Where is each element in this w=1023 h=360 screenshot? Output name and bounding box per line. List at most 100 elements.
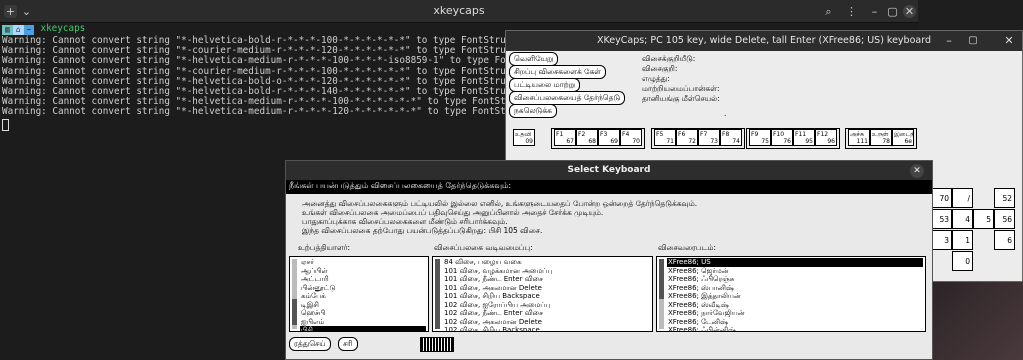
vendor-list-item[interactable]: ஹெச்பி bbox=[300, 309, 426, 318]
key-group-outline bbox=[746, 128, 840, 149]
layout-list-item[interactable]: 101 விசை, அகலமான Delete bbox=[443, 284, 650, 293]
keymap-list-item[interactable]: XFree86; ஸ்வீடிஷ் bbox=[667, 301, 923, 310]
keymap-label: விசைவரைபடம்: bbox=[658, 243, 717, 252]
vendor-list-item[interactable]: கம்பேக் bbox=[300, 292, 426, 301]
status-dot: . bbox=[724, 109, 727, 118]
numpad-key-label: 53 bbox=[939, 215, 949, 224]
vendor-list-item[interactable]: டிஇசி bbox=[300, 301, 426, 310]
minimize-icon[interactable]: – bbox=[942, 34, 956, 48]
numpad-key[interactable]: 53 bbox=[931, 209, 952, 229]
numpad-key[interactable]: 70 bbox=[931, 188, 952, 208]
key-group-outline bbox=[845, 128, 917, 149]
keymap-list-item[interactable]: XFree86; ஸ்பானிஷ் bbox=[667, 284, 923, 293]
change-list-button[interactable]: பட்டியலை மாற்று bbox=[509, 78, 580, 92]
cancel-button[interactable]: ரத்துசெய் bbox=[289, 337, 331, 351]
layout-list-item[interactable]: 102 விசை, நீண்ட Enter விசை bbox=[443, 309, 650, 318]
maximize-icon[interactable]: ▢ bbox=[966, 34, 980, 48]
terminal-line: Warning: Cannot convert string "*-helvet… bbox=[2, 106, 529, 118]
numpad-key-label: 1 bbox=[965, 236, 970, 245]
select-keyboard-dialog: Select Keyboard ✕ நீங்கள் பயன்படுத்தும் … bbox=[285, 160, 933, 360]
numpad-key-label: 52 bbox=[1002, 194, 1012, 203]
numpad-key[interactable]: / bbox=[952, 188, 973, 208]
shell-prompt: ▥ ⌂ ~ xkeycaps bbox=[2, 24, 85, 35]
numpad-key-label: 5 bbox=[986, 215, 991, 224]
layout-list-item[interactable]: 102 விசை, ஐரோப்பிய அமைப்பு bbox=[443, 301, 650, 310]
layout-scrollbar[interactable] bbox=[435, 259, 440, 329]
prompt-command: xkeycaps bbox=[40, 23, 86, 35]
keymap-list-item[interactable]: XFree86; இத்தாலியன் bbox=[667, 292, 923, 301]
xkeycaps-titlebar: XKeyCaps; PC 105 key, wide Delete, tall … bbox=[506, 31, 1022, 51]
prompt-os-icon: ▥ bbox=[2, 24, 13, 35]
key-group-outline bbox=[551, 128, 645, 149]
vendor-list-item[interactable]: பிசி bbox=[300, 326, 426, 331]
description-line: இந்த விசைப்பலகை தற்போது பயன்படுத்தப்படுக… bbox=[302, 226, 543, 235]
layout-list-item[interactable]: 101 விசை, வழக்கமான அமைப்பு bbox=[443, 267, 650, 276]
keymap-list-item[interactable]: XFree86; டேனிஷ் bbox=[667, 318, 923, 327]
layout-list[interactable]: 84 விசை, பழைய வகை 101 விசை, வழக்கமான அமைப… bbox=[432, 256, 653, 332]
numpad-key[interactable]: 3 bbox=[931, 230, 952, 250]
keymap-list[interactable]: XFree86; US XFree86; ஜெர்மன் XFree86; ஃபிர… bbox=[656, 256, 926, 332]
description-line: உங்கள் விசைப்பலகை அமைப்பைப் பதிவுசெய்து … bbox=[302, 208, 604, 217]
dialog-title: Select Keyboard bbox=[567, 165, 651, 175]
keyboard-icon bbox=[420, 337, 454, 352]
keymap-list-item[interactable]: XFree86; ஃபிரெஞ்சு bbox=[667, 275, 923, 284]
numpad-key-label: 6 bbox=[1007, 236, 1012, 245]
numpad-key[interactable]: 1 bbox=[952, 230, 973, 250]
autorepeat-label: தானியங்கு மீள்செயல்: bbox=[642, 94, 720, 103]
keymap-scrollbar[interactable] bbox=[659, 259, 664, 329]
dialog-header: நீங்கள் பயன்படுத்தும் விசைப்பலகையைத் தேர… bbox=[286, 180, 932, 194]
keymap-list-item[interactable]: XFree86; நார்வேஜியன் bbox=[667, 309, 923, 318]
numpad-key[interactable]: 6 bbox=[994, 230, 1015, 250]
scrollbar-thumb[interactable] bbox=[292, 299, 297, 325]
vendor-list-item[interactable]: ஆப்பிள் bbox=[300, 267, 426, 276]
close-icon[interactable]: ✕ bbox=[1002, 34, 1016, 48]
numpad-key[interactable]: 0 bbox=[952, 251, 973, 271]
keymap-list-item[interactable]: XFree86; US bbox=[667, 258, 923, 267]
numpad-key[interactable]: 52 bbox=[994, 188, 1015, 208]
scrollbar-thumb[interactable] bbox=[659, 259, 664, 299]
vendor-list[interactable]: ஏசர் ஆப்பிள் அட்டாரி பின்னூட்டு கம்பேக் டிஇசி… bbox=[289, 256, 429, 332]
numpad-key[interactable]: 5 bbox=[973, 209, 994, 229]
numpad-key[interactable]: 4 bbox=[952, 209, 973, 229]
layout-label: விசைப்பலகை வடிவமைப்பு: bbox=[434, 243, 533, 252]
terminal-title: xkeycaps bbox=[433, 4, 485, 17]
layout-list-item[interactable]: 102 விசை, அகலமான Delete bbox=[443, 318, 650, 327]
layout-list-item[interactable]: 102 விசை, சிறிய Backspace bbox=[443, 326, 650, 331]
numpad-key-label: 3 bbox=[944, 236, 949, 245]
vendor-list-item[interactable]: அட்டாரி bbox=[300, 275, 426, 284]
layout-list-item[interactable]: 101 விசை, நீண்ட Enter விசை bbox=[443, 275, 650, 284]
select-special-keys-button[interactable]: சிறப்பு விசைகளைக் கேள் bbox=[509, 65, 607, 79]
description-line: பாதுகாப்புக்காக விசைப்பலகைகளை மீண்டும் ச… bbox=[302, 217, 508, 226]
vendor-list-item[interactable]: பின்னூட்டு bbox=[300, 284, 426, 293]
scrollbar-thumb[interactable] bbox=[435, 259, 440, 329]
text-cursor bbox=[2, 119, 9, 131]
ok-button[interactable]: சரி bbox=[338, 337, 358, 351]
vendor-list-item[interactable]: ஐபிஎம் bbox=[300, 318, 426, 327]
keymap-list-item[interactable]: XFree86; ஃபின்னிஷ் bbox=[667, 326, 923, 331]
layout-list-item[interactable]: 101 விசை, சிறிய Backspace bbox=[443, 292, 650, 301]
numpad-key-label: 70 bbox=[939, 194, 949, 203]
close-icon[interactable]: ✕ bbox=[910, 164, 924, 178]
layout-list-item[interactable]: 84 விசை, பழைய வகை bbox=[443, 258, 650, 267]
dialog-titlebar: Select Keyboard ✕ bbox=[286, 161, 932, 180]
quit-button[interactable]: வெளியேறு bbox=[509, 52, 559, 66]
numpad-key-label: / bbox=[967, 194, 970, 203]
numpad-key-label: 4 bbox=[965, 215, 970, 224]
keymap-list-item[interactable]: XFree86; ஜெர்மன் bbox=[667, 267, 923, 276]
numpad-key-label: 0 bbox=[965, 257, 970, 266]
key-code-label: 09 bbox=[525, 138, 533, 145]
vendor-scrollbar[interactable] bbox=[292, 259, 297, 329]
function-key[interactable]: உதவி 09 bbox=[513, 129, 535, 146]
copy-button[interactable]: நகலெடுக்க bbox=[509, 104, 557, 118]
select-keyboard-button[interactable]: விசைப்பலகையைத் தேர்ந்தெடு bbox=[509, 91, 626, 105]
vendor-label: உற்பத்தியாளர்: bbox=[298, 243, 351, 252]
numpad-key[interactable]: 56 bbox=[994, 209, 1015, 229]
numpad-key-label: 56 bbox=[1002, 215, 1012, 224]
key-group-outline bbox=[651, 128, 745, 149]
desktop-background bbox=[918, 282, 1023, 360]
key-top-label: உதவி bbox=[515, 131, 532, 138]
description-line: அனைத்து விசைப்பலகைகளும் பட்டியலில் இல்லை… bbox=[302, 199, 698, 208]
vendor-list-item[interactable]: ஏசர் bbox=[300, 258, 426, 267]
prompt-home-icon: ⌂ bbox=[12, 24, 24, 35]
prompt-path: ~ bbox=[23, 24, 35, 35]
